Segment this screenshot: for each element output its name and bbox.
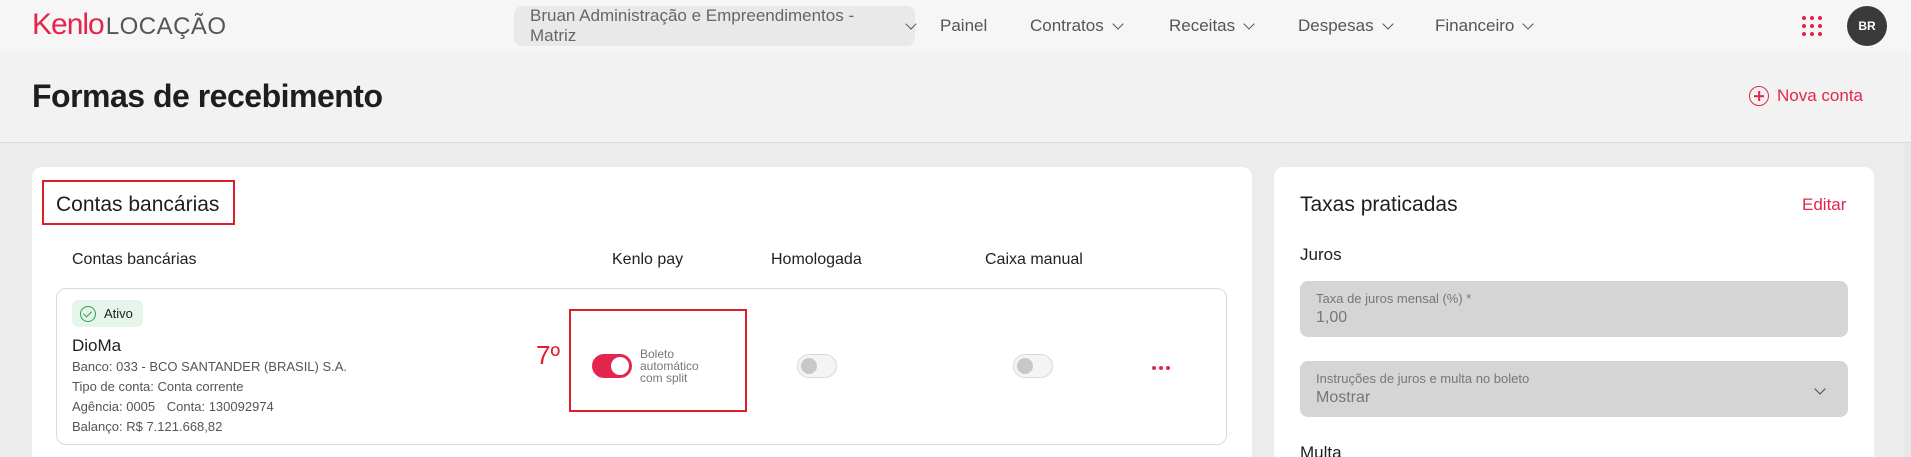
chevron-down-icon: [1814, 383, 1826, 395]
nav-despesas[interactable]: Despesas: [1298, 16, 1394, 36]
balance-label: Balanço:: [72, 419, 123, 434]
company-name: Bruan Administração e Empreendimentos - …: [530, 6, 855, 45]
kenlo-locacao-logo[interactable]: Kenlo LOCAÇÃO: [32, 8, 227, 42]
col-header-accounts: Contas bancárias: [72, 251, 197, 268]
nav-financeiro-label: Financeiro: [1435, 16, 1515, 35]
account-number-value: 130092974: [208, 399, 274, 414]
annotation-step-number: 7º: [536, 340, 560, 370]
chevron-down-icon: [1243, 17, 1255, 30]
nav-financeiro[interactable]: Financeiro: [1435, 16, 1535, 36]
chevron-down-icon: [1381, 17, 1394, 30]
chevron-down-icon: [905, 17, 917, 30]
homologada-toggle[interactable]: [797, 354, 837, 378]
edit-rates-button[interactable]: Editar: [1802, 195, 1846, 215]
col-header-caixa-manual: Caixa manual: [985, 251, 1083, 268]
chevron-down-icon: [1522, 17, 1535, 30]
kenlo-pay-desc-line-3: com split: [640, 371, 688, 385]
check-circle-icon: [80, 305, 96, 322]
account-balance-line: Balanço: R$ 7.121.668,82: [72, 419, 222, 434]
type-label: Tipo de conta:: [72, 379, 154, 394]
toggle-knob: [801, 358, 817, 374]
plus-circle-icon: [1749, 86, 1769, 106]
status-text: Ativo: [104, 306, 133, 321]
caixa-manual-toggle[interactable]: [1013, 354, 1053, 378]
bank-label: Banco:: [72, 359, 113, 374]
chevron-down-icon: [1112, 17, 1124, 30]
account-name: DioMa: [72, 336, 122, 355]
monthly-rate-label: Taxa de juros mensal (%) *: [1316, 291, 1472, 306]
top-navbar: Kenlo LOCAÇÃO Bruan Administração e Empr…: [0, 0, 1911, 52]
juros-label: Juros: [1300, 245, 1342, 264]
col-header-kenlo-pay: Kenlo pay: [612, 251, 684, 268]
instructions-select[interactable]: Instruções de juros e multa no boleto Mo…: [1300, 361, 1848, 417]
toggle-knob: [1017, 358, 1033, 374]
nav-painel[interactable]: Painel: [940, 16, 987, 36]
kenlo-pay-toggle[interactable]: [592, 354, 632, 378]
company-selector[interactable]: Bruan Administração e Empreendimentos - …: [514, 6, 917, 46]
new-account-button[interactable]: Nova conta: [1749, 86, 1863, 106]
nav-contratos[interactable]: Contratos: [1030, 16, 1124, 36]
agency-label: Agência:: [72, 399, 123, 414]
monthly-rate-value: 1,00: [1316, 309, 1348, 326]
account-type-line: Tipo de conta: Conta corrente: [72, 379, 244, 394]
rates-title: Taxas praticadas: [1300, 193, 1458, 216]
balance-value: R$ 7.121.668,82: [126, 419, 223, 434]
page-title: Formas de recebimento: [32, 78, 383, 114]
monthly-rate-field[interactable]: Taxa de juros mensal (%) * 1,00: [1300, 281, 1848, 337]
logo-product: LOCAÇÃO: [105, 13, 227, 40]
page-scrollbar[interactable]: [1904, 143, 1911, 457]
kenlo-pay-description: Boleto automático com split: [640, 348, 720, 384]
account-bank-line: Banco: 033 - BCO SANTANDER (BRASIL) S.A.: [72, 359, 347, 374]
status-badge: Ativo: [72, 300, 143, 327]
new-account-label: Nova conta: [1777, 86, 1863, 105]
avatar[interactable]: BR: [1847, 6, 1887, 46]
account-number-label: Conta:: [166, 399, 206, 414]
logo-brand: Kenlo: [32, 8, 105, 41]
nav-despesas-label: Despesas: [1298, 16, 1374, 35]
agency-value: 0005: [126, 399, 156, 414]
type-value: Conta corrente: [157, 379, 244, 394]
annotation-box-title: [42, 180, 235, 225]
nav-receitas[interactable]: Receitas: [1169, 16, 1255, 36]
bank-value: 033 - BCO SANTANDER (BRASIL) S.A.: [116, 359, 348, 374]
nav-contratos-label: Contratos: [1030, 16, 1104, 35]
nav-painel-label: Painel: [940, 16, 988, 35]
apps-grid-icon[interactable]: [1802, 16, 1822, 36]
instructions-label: Instruções de juros e multa no boleto: [1316, 371, 1530, 386]
toggle-knob: [611, 357, 629, 375]
col-header-homologada: Homologada: [771, 251, 862, 268]
account-agency-line: Agência: 0005 Conta: 130092974: [72, 399, 274, 414]
nav-receitas-label: Receitas: [1169, 16, 1236, 35]
multa-label: Multa: [1300, 443, 1342, 457]
instructions-value: Mostrar: [1316, 389, 1371, 406]
more-options-icon[interactable]: [1152, 366, 1170, 370]
